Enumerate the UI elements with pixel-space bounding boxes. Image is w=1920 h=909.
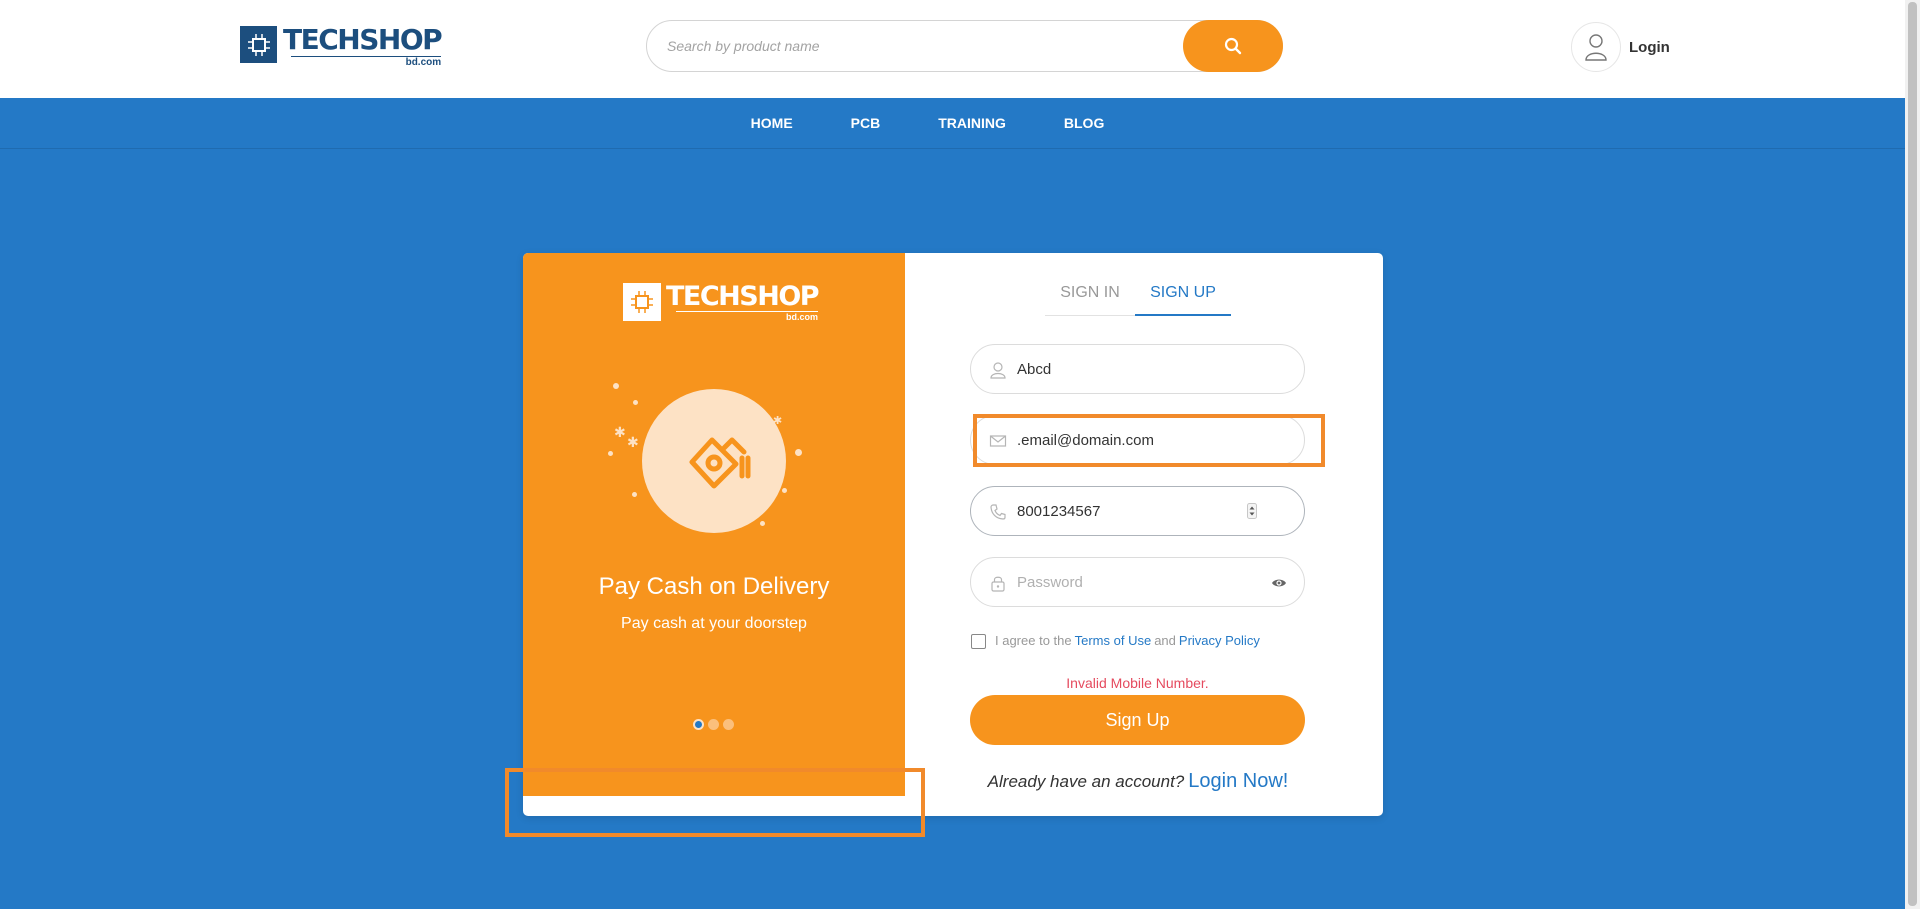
sign-up-button[interactable]: Sign Up xyxy=(970,695,1305,745)
user-icon xyxy=(1571,22,1621,72)
search-bar xyxy=(646,20,1283,72)
phone-input[interactable] xyxy=(1017,487,1267,535)
main-nav: HOME PCB TRAINING BLOG xyxy=(0,98,1905,149)
privacy-policy-link[interactable]: Privacy Policy xyxy=(1179,633,1260,648)
scrollbar[interactable] xyxy=(1905,0,1920,909)
scrollbar-thumb[interactable] xyxy=(1908,2,1917,906)
search-button[interactable] xyxy=(1183,20,1283,72)
email-field xyxy=(970,415,1305,465)
site-header: TECHSHOP bd.com Login xyxy=(0,0,1905,98)
login-now-link[interactable]: Login Now! xyxy=(1188,770,1288,792)
lock-icon xyxy=(991,576,1005,592)
password-field xyxy=(970,557,1305,607)
error-message: Invalid Mobile Number. xyxy=(1066,675,1209,691)
tab-sign-up[interactable]: SIGN UP xyxy=(1135,268,1231,316)
logo-wordmark: TECHSHOP xyxy=(283,23,443,56)
search-icon xyxy=(1224,37,1242,55)
nav-item-training[interactable]: TRAINING xyxy=(938,115,1006,131)
login-prompt: Already have an account? Login Now! xyxy=(978,770,1298,793)
promo-panel: TECHSHOP bd.com ✱ ✱ ✱ ✱ Pay xyxy=(523,253,905,796)
promo-wordmark: TECHSHOP xyxy=(666,281,820,312)
carousel-dot-3[interactable] xyxy=(723,719,734,730)
name-field xyxy=(970,344,1305,394)
agree-text: I agree to the xyxy=(995,633,1072,648)
carousel-dots xyxy=(693,719,738,730)
site-logo[interactable]: TECHSHOP bd.com xyxy=(240,23,443,68)
terms-agreement: I agree to the Terms of Use and Privacy … xyxy=(971,632,1260,649)
agree-and: and xyxy=(1154,633,1176,648)
name-input[interactable] xyxy=(1017,345,1267,393)
nav-item-pcb[interactable]: PCB xyxy=(851,115,881,131)
auth-tabs: SIGN IN SIGN UP xyxy=(1045,268,1231,316)
email-input[interactable] xyxy=(1017,416,1267,464)
password-input[interactable] xyxy=(1017,558,1267,606)
money-hand-icon xyxy=(689,437,751,489)
phone-field xyxy=(970,486,1305,536)
phone-icon xyxy=(990,504,1006,520)
promo-logo: TECHSHOP bd.com xyxy=(623,281,820,322)
promo-subtitle: Pay cash at your doorstep xyxy=(621,615,807,632)
logo-domain: bd.com xyxy=(291,56,442,68)
chip-logo-icon xyxy=(623,283,661,321)
search-input[interactable] xyxy=(667,21,1187,71)
chip-logo-icon xyxy=(240,26,277,63)
nav-item-home[interactable]: HOME xyxy=(751,115,793,131)
already-text: Already have an account? xyxy=(987,772,1185,791)
terms-of-use-link[interactable]: Terms of Use xyxy=(1075,633,1152,648)
nav-item-blog[interactable]: BLOG xyxy=(1064,115,1104,131)
eye-icon[interactable] xyxy=(1271,576,1287,590)
promo-title: Pay Cash on Delivery xyxy=(598,573,830,600)
carousel-dot-2[interactable] xyxy=(708,719,719,730)
number-spinner-icon[interactable] xyxy=(1247,503,1257,519)
tab-sign-in[interactable]: SIGN IN xyxy=(1045,268,1135,315)
login-link[interactable]: Login xyxy=(1629,39,1670,56)
promo-domain: bd.com xyxy=(676,311,819,322)
mail-icon xyxy=(989,435,1007,447)
agree-checkbox[interactable] xyxy=(971,634,986,649)
header-login[interactable]: Login xyxy=(1571,22,1670,72)
carousel-dot-1[interactable] xyxy=(693,719,704,730)
user-icon xyxy=(990,362,1006,379)
promo-illustration: ✱ ✱ ✱ ✱ xyxy=(608,383,818,533)
